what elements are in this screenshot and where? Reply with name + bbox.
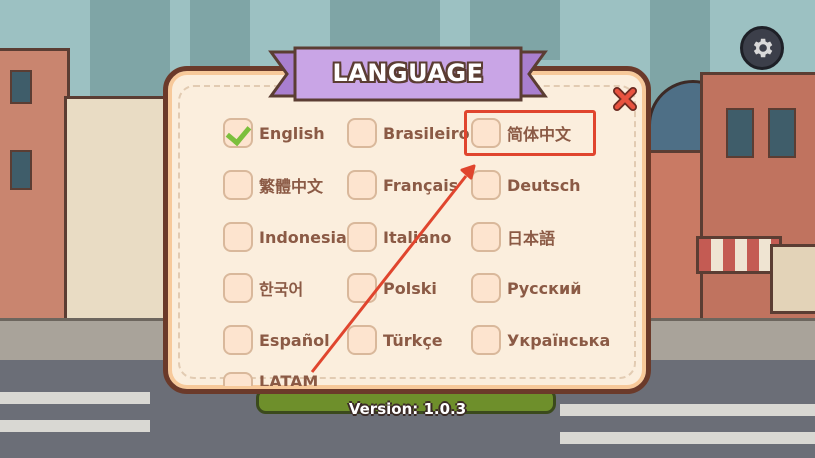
version-label: Version: 1.0.3	[348, 400, 467, 418]
annotation-arrow	[310, 164, 476, 373]
